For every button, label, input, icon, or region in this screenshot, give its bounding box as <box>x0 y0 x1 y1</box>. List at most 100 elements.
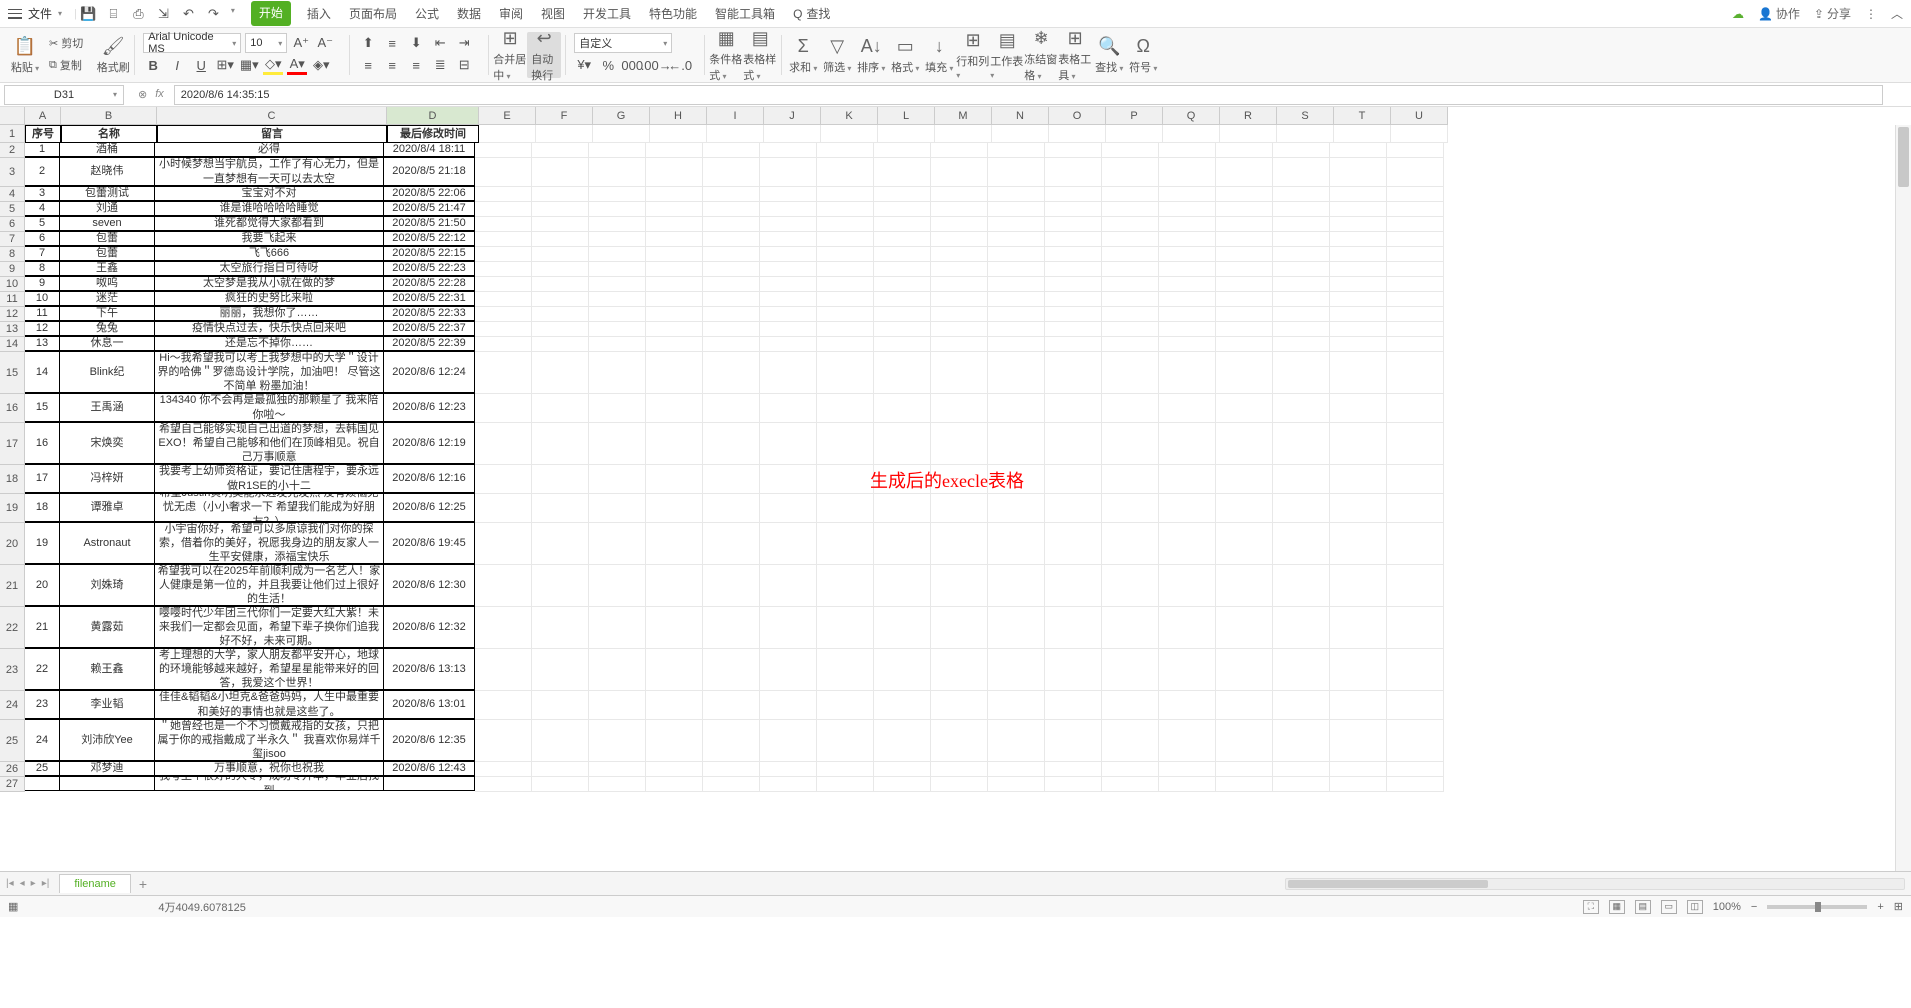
cell[interactable] <box>874 232 931 247</box>
cell[interactable]: 太空梦是我从小就在做的梦 <box>154 276 384 291</box>
cell[interactable]: 迷茫 <box>59 291 155 306</box>
cell[interactable]: 小时候梦想当宇航员，工作了有心无力，但是一直梦想有一天可以去太空 <box>154 157 384 186</box>
cell[interactable]: 14 <box>24 351 60 393</box>
cell[interactable]: 17 <box>24 464 60 493</box>
cell[interactable] <box>646 277 703 292</box>
cell[interactable] <box>1273 232 1330 247</box>
cell[interactable] <box>475 649 532 691</box>
cell[interactable]: 24 <box>24 719 60 761</box>
cell[interactable] <box>874 277 931 292</box>
cell[interactable] <box>1045 158 1102 187</box>
cell[interactable] <box>1159 307 1216 322</box>
cell[interactable] <box>1045 465 1102 494</box>
cell[interactable]: 3 <box>24 186 60 201</box>
cell[interactable] <box>703 158 760 187</box>
cell[interactable] <box>479 125 536 143</box>
cell[interactable] <box>874 262 931 277</box>
cell[interactable] <box>532 307 589 322</box>
cell[interactable] <box>874 523 931 565</box>
cell[interactable] <box>646 649 703 691</box>
cell[interactable] <box>1045 423 1102 465</box>
cell[interactable] <box>988 322 1045 337</box>
cell[interactable] <box>1273 322 1330 337</box>
print-icon[interactable]: ⎙ <box>131 6 146 21</box>
cell[interactable] <box>931 158 988 187</box>
cell[interactable] <box>532 394 589 423</box>
cell[interactable] <box>1387 232 1444 247</box>
cell[interactable] <box>532 143 589 158</box>
cell[interactable] <box>817 262 874 277</box>
cell[interactable] <box>475 494 532 523</box>
cell[interactable] <box>1273 187 1330 202</box>
cell[interactable] <box>1273 465 1330 494</box>
cell[interactable]: 我考上个很好的大专，成功专升本，毕业后找到 <box>154 776 384 791</box>
cell[interactable] <box>1159 423 1216 465</box>
cell[interactable] <box>760 720 817 762</box>
cell[interactable] <box>931 777 988 792</box>
cell[interactable] <box>1102 777 1159 792</box>
cell[interactable] <box>931 277 988 292</box>
cell[interactable]: 希望Justin黄明昊能永远发光发热 没有烦恼无忧无虑（小小奢求一下 希望我们能… <box>154 493 384 522</box>
cell[interactable] <box>988 649 1045 691</box>
cell[interactable] <box>1273 394 1330 423</box>
table-tools-button[interactable]: ⊞表格工具 <box>1058 32 1092 78</box>
cell[interactable]: 兔兔 <box>59 321 155 336</box>
cell[interactable] <box>703 691 760 720</box>
cell[interactable] <box>817 143 874 158</box>
cell[interactable] <box>1102 277 1159 292</box>
cell[interactable] <box>1273 494 1330 523</box>
cell[interactable] <box>1102 247 1159 262</box>
cell[interactable] <box>760 337 817 352</box>
cell[interactable] <box>475 217 532 232</box>
cell[interactable] <box>1045 720 1102 762</box>
cell[interactable] <box>931 292 988 307</box>
cell[interactable] <box>1159 777 1216 792</box>
cell[interactable] <box>1159 762 1216 777</box>
cell[interactable] <box>1330 187 1387 202</box>
font-color-button[interactable]: A▾ <box>287 55 307 75</box>
cell[interactable] <box>874 423 931 465</box>
cell[interactable] <box>1102 607 1159 649</box>
cell[interactable]: 2020/8/6 13:13 <box>383 648 475 690</box>
cell[interactable] <box>1102 565 1159 607</box>
cell[interactable] <box>646 523 703 565</box>
cell[interactable] <box>589 202 646 217</box>
cell[interactable] <box>589 465 646 494</box>
cell[interactable] <box>1216 720 1273 762</box>
cell[interactable] <box>475 565 532 607</box>
cell[interactable] <box>1330 352 1387 394</box>
cell[interactable] <box>1387 777 1444 792</box>
cell[interactable] <box>817 217 874 232</box>
cell[interactable] <box>475 232 532 247</box>
column-header[interactable]: D <box>387 107 479 125</box>
cell[interactable] <box>874 337 931 352</box>
cell[interactable] <box>1330 292 1387 307</box>
cell[interactable]: 19 <box>24 522 60 564</box>
cell[interactable] <box>1216 762 1273 777</box>
increase-decimal-icon[interactable]: .00→ <box>646 55 666 75</box>
cell[interactable] <box>1045 607 1102 649</box>
cell[interactable] <box>1387 202 1444 217</box>
horizontal-scrollbar[interactable] <box>1285 878 1905 890</box>
cell[interactable] <box>1216 187 1273 202</box>
column-header[interactable]: C <box>157 107 387 125</box>
cell[interactable] <box>703 762 760 777</box>
cell[interactable] <box>931 247 988 262</box>
cell[interactable]: 希望我可以在2025年前顺利成为一名艺人！家人健康是第一位的，并且我要让他们过上… <box>154 564 384 606</box>
cell[interactable] <box>1387 691 1444 720</box>
copy-button[interactable]: ⧉复制 <box>46 55 85 75</box>
normal-view-icon[interactable]: ▦ <box>1609 900 1625 914</box>
cell[interactable] <box>646 394 703 423</box>
cell[interactable]: 2020/8/5 22:12 <box>383 231 475 246</box>
collapse-ribbon-icon[interactable]: ︿ <box>1891 5 1903 22</box>
cell[interactable]: 2020/8/6 12:25 <box>383 493 475 522</box>
cell[interactable]: 太空旅行指日可待呀 <box>154 261 384 276</box>
cell[interactable] <box>646 465 703 494</box>
cell[interactable] <box>760 777 817 792</box>
cell[interactable] <box>703 777 760 792</box>
file-menu[interactable]: 文件 ▾ <box>8 5 62 22</box>
cell[interactable] <box>931 322 988 337</box>
sheet-prev-icon[interactable]: ◂ <box>20 878 25 889</box>
cell[interactable] <box>1273 202 1330 217</box>
cell[interactable] <box>817 232 874 247</box>
